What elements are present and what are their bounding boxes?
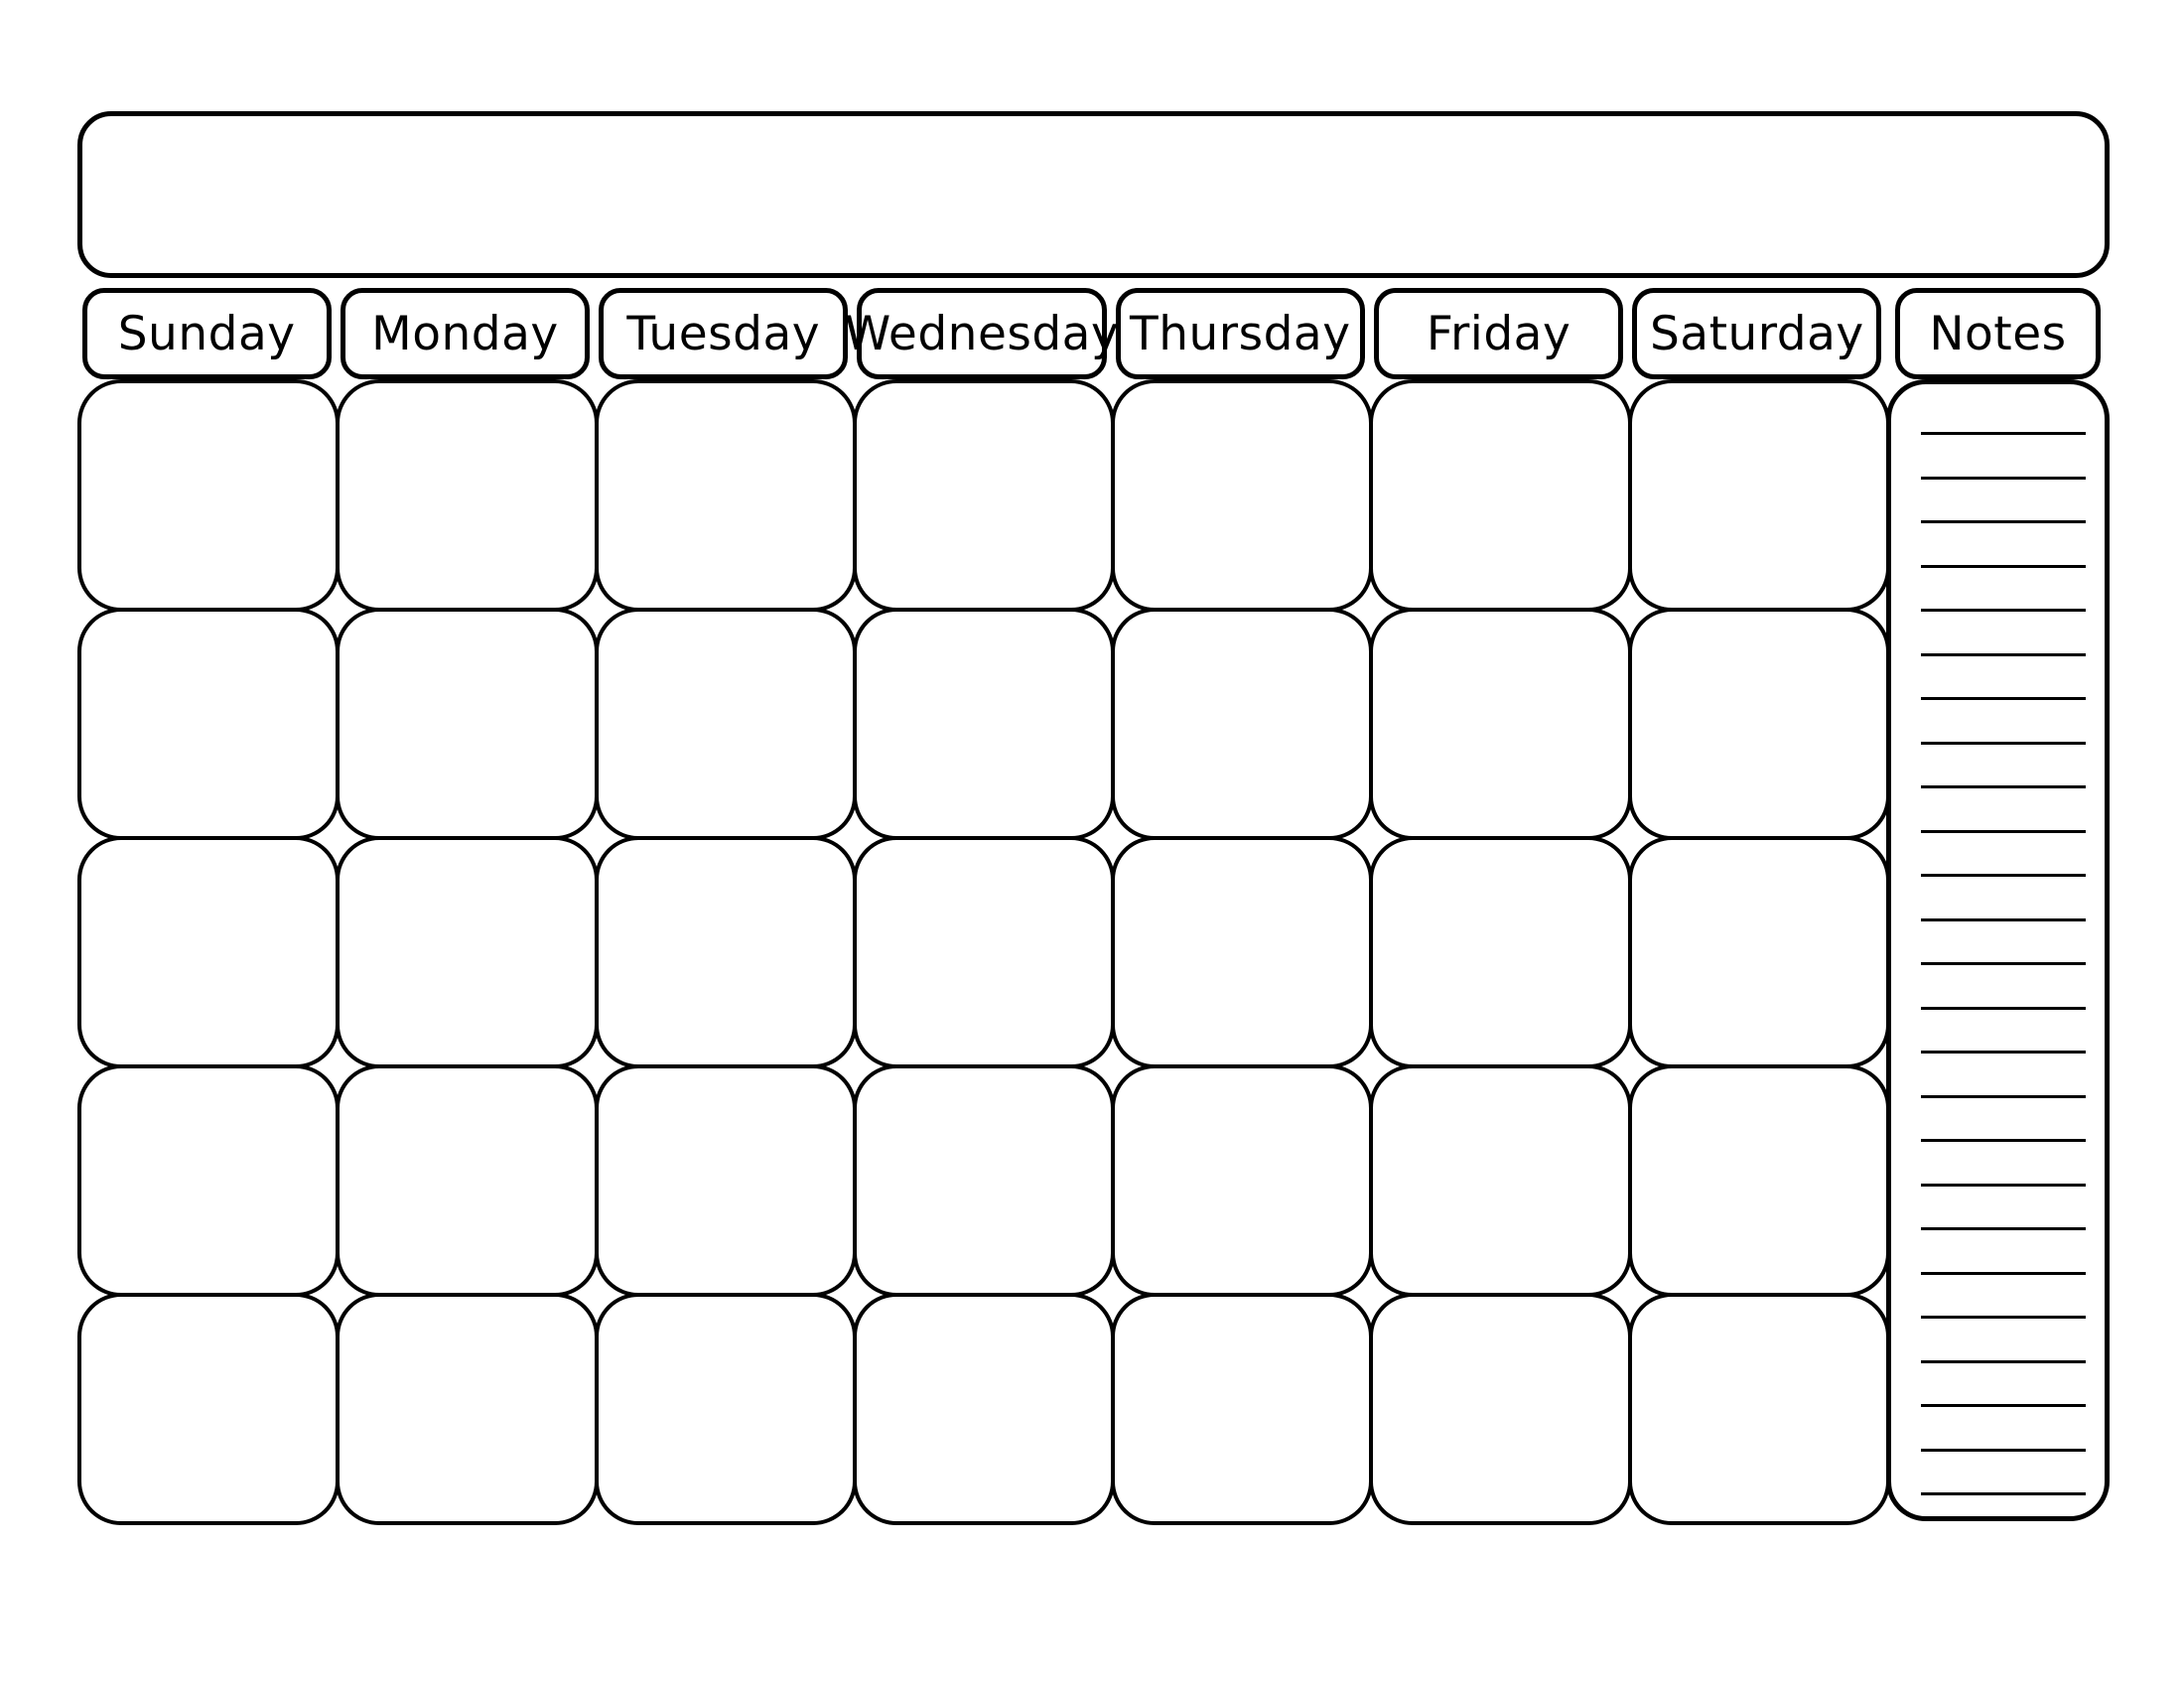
notes-line[interactable] <box>1921 1492 2086 1495</box>
day-cell[interactable] <box>852 379 1116 612</box>
day-cell[interactable] <box>852 1293 1116 1525</box>
day-cell[interactable] <box>1627 379 1890 612</box>
day-cell[interactable] <box>1111 1293 1374 1525</box>
day-cell[interactable] <box>594 608 857 840</box>
notes-line[interactable] <box>1921 741 2086 745</box>
day-header-thursday: Thursday <box>1115 288 1365 379</box>
day-cell[interactable] <box>1111 1064 1374 1297</box>
day-header-tuesday: Tuesday <box>599 288 849 379</box>
day-cell[interactable] <box>852 836 1116 1068</box>
notes-line[interactable] <box>1921 609 2086 612</box>
notes-line[interactable] <box>1921 564 2086 568</box>
day-cell[interactable] <box>1111 836 1374 1068</box>
notes-line[interactable] <box>1921 1139 2086 1142</box>
notes-header: Notes <box>1895 288 2101 379</box>
day-cell[interactable] <box>594 836 857 1068</box>
day-cell[interactable] <box>594 1064 857 1297</box>
day-cell[interactable] <box>1111 379 1374 612</box>
day-header-friday: Friday <box>1373 288 1624 379</box>
day-cell[interactable] <box>1627 1293 1890 1525</box>
notes-line[interactable] <box>1921 829 2086 833</box>
notes-line[interactable] <box>1921 785 2086 788</box>
day-header-label: Thursday <box>1130 306 1351 361</box>
day-cell[interactable] <box>1111 608 1374 840</box>
day-cell[interactable] <box>852 608 1116 840</box>
notes-line[interactable] <box>1921 1448 2086 1452</box>
notes-header-label: Notes <box>1929 306 2067 361</box>
notes-line[interactable] <box>1921 1183 2086 1187</box>
day-cell[interactable] <box>1369 1293 1632 1525</box>
notes-line[interactable] <box>1921 962 2086 965</box>
day-header-row: Sunday Monday Tuesday Wednesday Thursday Frid… <box>77 288 2110 379</box>
day-cell[interactable] <box>594 1293 857 1525</box>
day-cell[interactable] <box>1369 836 1632 1068</box>
day-header-label: Saturday <box>1649 306 1864 361</box>
day-header-monday: Monday <box>340 288 591 379</box>
day-header-label: Wednesday <box>844 306 1120 361</box>
day-cell-grid <box>77 379 1890 1525</box>
day-header-label: Sunday <box>117 306 296 361</box>
notes-line[interactable] <box>1921 1051 2086 1054</box>
day-cell[interactable] <box>1369 379 1632 612</box>
notes-line[interactable] <box>1921 1271 2086 1275</box>
day-header-saturday: Saturday <box>1632 288 1882 379</box>
notes-column[interactable] <box>1886 379 2110 1521</box>
day-cell[interactable] <box>77 836 341 1068</box>
notes-line[interactable] <box>1921 1316 2086 1319</box>
notes-line[interactable] <box>1921 652 2086 656</box>
notes-line[interactable] <box>1921 432 2086 435</box>
day-cell[interactable] <box>77 608 341 840</box>
notes-line[interactable] <box>1921 697 2086 700</box>
day-header-label: Friday <box>1426 306 1571 361</box>
day-header-wednesday: Wednesday <box>845 288 1119 379</box>
day-cell[interactable] <box>1627 1064 1890 1297</box>
day-cell[interactable] <box>336 379 599 612</box>
calendar-page: Sunday Monday Tuesday Wednesday Thursday Frid… <box>0 0 2184 1688</box>
day-cell[interactable] <box>1369 1064 1632 1297</box>
notes-line[interactable] <box>1921 874 2086 877</box>
day-cell[interactable] <box>1627 608 1890 840</box>
notes-line[interactable] <box>1921 1359 2086 1363</box>
day-cell[interactable] <box>336 608 599 840</box>
notes-line[interactable] <box>1921 520 2086 523</box>
day-cell[interactable] <box>77 1293 341 1525</box>
day-cell[interactable] <box>77 1064 341 1297</box>
notes-line[interactable] <box>1921 917 2086 921</box>
day-header-sunday: Sunday <box>81 288 332 379</box>
notes-line[interactable] <box>1921 1227 2086 1230</box>
notes-line[interactable] <box>1921 1006 2086 1010</box>
day-cell[interactable] <box>77 379 341 612</box>
day-header-label: Monday <box>371 306 559 361</box>
day-cell[interactable] <box>336 1293 599 1525</box>
notes-line[interactable] <box>1921 476 2086 480</box>
month-title-bar[interactable] <box>77 111 2110 278</box>
day-cell[interactable] <box>1627 836 1890 1068</box>
notes-line[interactable] <box>1921 1094 2086 1098</box>
day-cell[interactable] <box>336 1064 599 1297</box>
notes-line[interactable] <box>1921 1404 2086 1407</box>
day-cell[interactable] <box>336 836 599 1068</box>
day-cell[interactable] <box>1369 608 1632 840</box>
day-cell[interactable] <box>852 1064 1116 1297</box>
day-cell[interactable] <box>594 379 857 612</box>
day-header-label: Tuesday <box>626 306 821 361</box>
